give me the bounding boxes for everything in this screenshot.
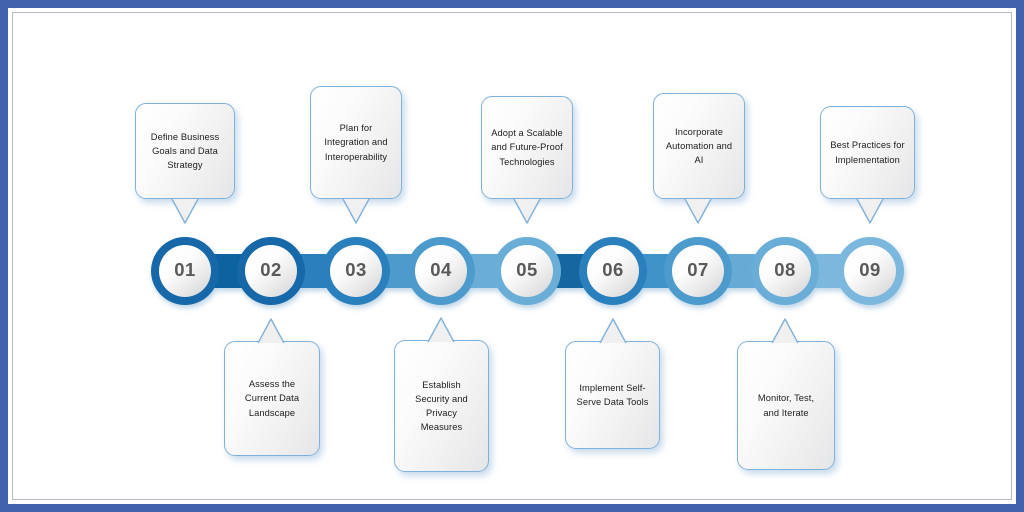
step-number-03: 03	[345, 259, 367, 280]
step-number-06: 06	[602, 259, 624, 280]
callout-box-03[interactable]: Plan for Integration and Interoperabilit…	[310, 86, 402, 199]
step-chain	[151, 237, 904, 305]
callout-text-05: Adopt a Scalable and Future-Proof Techno…	[491, 128, 563, 167]
callout-box-05[interactable]: Adopt a Scalable and Future-Proof Techno…	[481, 96, 573, 199]
infographic-canvas: 01 02 03 04 05 06 07 08 09 Define Business Goals …	[8, 8, 1016, 504]
step-number-04: 04	[430, 259, 452, 280]
step-number-05: 05	[516, 259, 538, 280]
callout-text-09: Best Practices for Implementation	[830, 140, 905, 165]
callout-text-02: Assess the Current Data Landscape	[244, 379, 300, 418]
step-number-09: 09	[859, 259, 881, 280]
callout-text-03: Plan for Integration and Interoperabilit…	[324, 123, 388, 162]
step-number-07: 07	[687, 259, 709, 280]
callout-text-07: Incorporate Automation and AI	[665, 126, 733, 166]
callout-text-04: Establish Security and Privacy Measures	[415, 379, 468, 433]
infographic-page: 01 02 03 04 05 06 07 08 09 Define Business Goals …	[0, 0, 1024, 512]
callout-text-06: Implement Self- Serve Data Tools	[576, 382, 649, 407]
callout-box-09[interactable]: Best Practices for Implementation	[820, 106, 915, 199]
callout-box-04[interactable]: Establish Security and Privacy Measures	[394, 340, 489, 472]
callout-text-01: Define Business Goals and Data Strategy	[150, 131, 220, 171]
step-number-08: 08	[774, 259, 796, 280]
callout-text-08: Monitor, Test, and Iterate	[757, 393, 815, 418]
callout-box-07[interactable]: Incorporate Automation and AI	[653, 93, 745, 199]
step-number-01: 01	[174, 259, 196, 280]
callout-box-02[interactable]: Assess the Current Data Landscape	[224, 341, 320, 456]
step-number-02: 02	[260, 259, 282, 280]
callout-box-08[interactable]: Monitor, Test, and Iterate	[737, 341, 835, 470]
callout-box-01[interactable]: Define Business Goals and Data Strategy	[135, 103, 235, 199]
callout-box-06[interactable]: Implement Self- Serve Data Tools	[565, 341, 660, 449]
